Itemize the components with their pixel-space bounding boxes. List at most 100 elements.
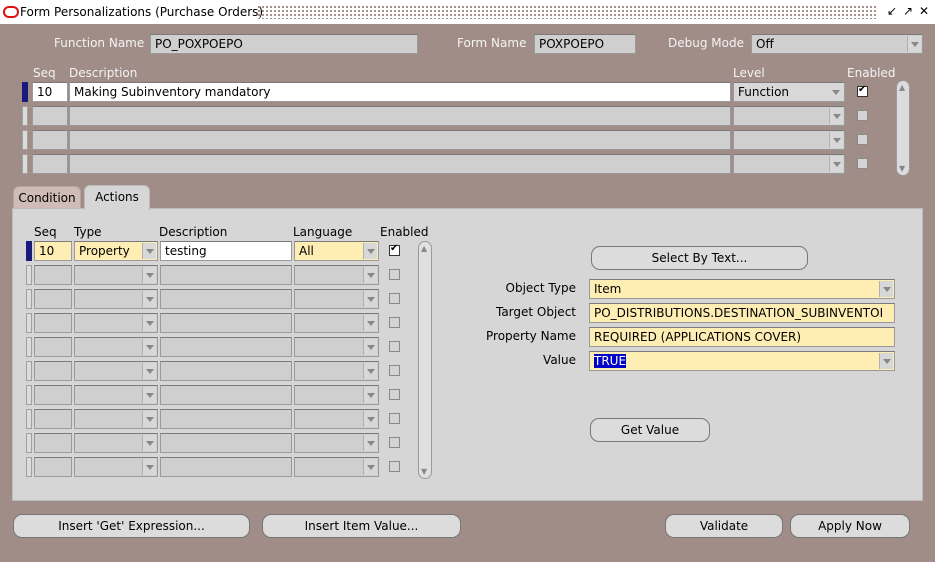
validate-button[interactable]: Validate — [665, 514, 783, 538]
scroll-down-icon[interactable]: ▼ — [421, 467, 427, 476]
actions-seq-cell[interactable] — [34, 337, 72, 357]
actions-language-select[interactable] — [294, 313, 379, 333]
chevron-down-icon[interactable] — [363, 339, 377, 355]
actions-type-select[interactable] — [74, 433, 158, 453]
rules-level-select[interactable] — [733, 130, 845, 150]
target-object-field[interactable]: PO_DISTRIBUTIONS.DESTINATION_SUBINVENTOI — [589, 303, 895, 323]
actions-language-select[interactable] — [294, 361, 379, 381]
insert-get-expression-button[interactable]: Insert 'Get' Expression... — [13, 514, 250, 538]
rules-description-cell[interactable] — [69, 130, 731, 150]
rules-seq-cell[interactable] — [32, 154, 68, 174]
insert-item-value-button[interactable]: Insert Item Value... — [262, 514, 461, 538]
debug-mode-select[interactable]: Off — [751, 34, 923, 54]
chevron-down-icon[interactable] — [829, 108, 843, 124]
actions-type-select[interactable] — [74, 409, 158, 429]
actions-language-select[interactable] — [294, 457, 379, 477]
apply-now-button[interactable]: Apply Now — [790, 514, 910, 538]
actions-language-select[interactable] — [294, 409, 379, 429]
actions-type-select[interactable] — [74, 385, 158, 405]
actions-seq-cell[interactable]: 10 — [34, 241, 72, 261]
minimize-icon[interactable]: ↙ — [887, 4, 897, 18]
rules-scrollbar[interactable]: ▲ ▼ — [896, 80, 910, 176]
actions-language-select[interactable] — [294, 289, 379, 309]
chevron-down-icon[interactable] — [879, 281, 893, 297]
actions-enabled-checkbox[interactable] — [389, 365, 400, 376]
actions-description-cell[interactable] — [160, 433, 292, 453]
actions-seq-cell[interactable] — [34, 409, 72, 429]
chevron-down-icon[interactable] — [829, 156, 843, 172]
actions-enabled-checkbox[interactable] — [389, 341, 400, 352]
actions-enabled-checkbox[interactable] — [389, 389, 400, 400]
rules-level-select[interactable]: Function — [733, 82, 845, 102]
rules-description-cell[interactable] — [69, 106, 731, 126]
chevron-down-icon[interactable] — [363, 243, 377, 259]
actions-description-cell[interactable] — [160, 289, 292, 309]
chevron-down-icon[interactable] — [142, 291, 156, 307]
chevron-down-icon[interactable] — [142, 387, 156, 403]
rules-seq-cell[interactable] — [32, 130, 68, 150]
rules-enabled-checkbox[interactable] — [857, 84, 868, 97]
title-bar[interactable]: Form Personalizations (Purchase Orders) … — [0, 0, 935, 24]
actions-language-select[interactable]: All — [294, 241, 379, 261]
chevron-down-icon[interactable] — [363, 315, 377, 331]
property-name-field[interactable]: REQUIRED (APPLICATIONS COVER) — [589, 327, 895, 347]
actions-description-cell[interactable] — [160, 361, 292, 381]
chevron-down-icon[interactable] — [142, 339, 156, 355]
actions-type-select[interactable] — [74, 289, 158, 309]
actions-seq-cell[interactable] — [34, 289, 72, 309]
row-indicator[interactable] — [26, 409, 32, 429]
actions-type-select[interactable] — [74, 313, 158, 333]
rules-seq-cell[interactable]: 10 — [32, 82, 68, 102]
actions-language-select[interactable] — [294, 385, 379, 405]
chevron-down-icon[interactable] — [879, 353, 893, 369]
actions-seq-cell[interactable] — [34, 385, 72, 405]
actions-description-cell[interactable] — [160, 265, 292, 285]
scroll-down-icon[interactable]: ▼ — [899, 164, 905, 173]
scroll-up-icon[interactable]: ▲ — [899, 83, 905, 92]
row-indicator[interactable] — [26, 361, 32, 381]
select-by-text-button[interactable]: Select By Text... — [591, 246, 808, 270]
actions-enabled-checkbox[interactable] — [389, 437, 400, 448]
actions-language-select[interactable] — [294, 433, 379, 453]
close-icon[interactable]: ✕ — [919, 4, 929, 18]
chevron-down-icon[interactable] — [363, 387, 377, 403]
row-indicator[interactable] — [26, 313, 32, 333]
rules-level-select[interactable] — [733, 154, 845, 174]
get-value-button[interactable]: Get Value — [590, 418, 710, 442]
rules-description-cell[interactable]: Making Subinventory mandatory — [69, 82, 731, 102]
chevron-down-icon[interactable] — [363, 459, 377, 475]
actions-seq-cell[interactable] — [34, 313, 72, 333]
actions-seq-cell[interactable] — [34, 457, 72, 477]
chevron-down-icon[interactable] — [363, 267, 377, 283]
tab-actions[interactable]: Actions — [84, 185, 150, 210]
row-indicator[interactable] — [22, 154, 28, 174]
object-type-select[interactable]: Item — [589, 279, 895, 299]
actions-type-select[interactable] — [74, 457, 158, 477]
rules-description-cell[interactable] — [69, 154, 731, 174]
chevron-down-icon[interactable] — [829, 132, 843, 148]
actions-seq-cell[interactable] — [34, 361, 72, 381]
row-indicator[interactable] — [26, 337, 32, 357]
actions-language-select[interactable] — [294, 337, 379, 357]
row-indicator[interactable] — [22, 106, 28, 126]
actions-seq-cell[interactable] — [34, 265, 72, 285]
chevron-down-icon[interactable] — [829, 84, 843, 100]
row-indicator[interactable] — [26, 289, 32, 309]
actions-description-cell[interactable]: testing — [160, 241, 292, 261]
actions-language-select[interactable] — [294, 265, 379, 285]
rules-enabled-checkbox[interactable] — [857, 110, 868, 121]
chevron-down-icon[interactable] — [142, 243, 156, 259]
actions-description-cell[interactable] — [160, 313, 292, 333]
rules-level-select[interactable] — [733, 106, 845, 126]
chevron-down-icon[interactable] — [142, 267, 156, 283]
actions-enabled-checkbox[interactable] — [389, 243, 400, 256]
chevron-down-icon[interactable] — [142, 435, 156, 451]
actions-enabled-checkbox[interactable] — [389, 461, 400, 472]
actions-enabled-checkbox[interactable] — [389, 413, 400, 424]
scroll-up-icon[interactable]: ▲ — [421, 244, 427, 253]
rules-enabled-checkbox[interactable] — [857, 134, 868, 145]
form-name-field[interactable]: POXPOEPO — [534, 34, 636, 54]
row-indicator[interactable] — [26, 385, 32, 405]
chevron-down-icon[interactable] — [142, 459, 156, 475]
actions-description-cell[interactable] — [160, 385, 292, 405]
